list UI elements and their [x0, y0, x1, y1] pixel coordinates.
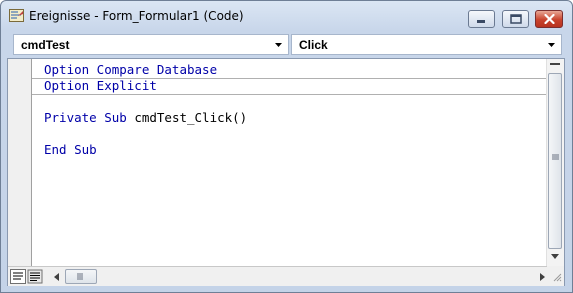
maximize-button[interactable]	[502, 10, 529, 28]
code-keyword: Option Compare Database	[44, 62, 218, 77]
chevron-down-icon[interactable]	[544, 37, 559, 52]
code-area[interactable]: Option Compare Database Option Explicit …	[32, 59, 548, 266]
horizontal-scrollbar[interactable]	[50, 269, 548, 284]
code-identifier: cmdTest_Click()	[126, 110, 248, 125]
splitter-handle-icon[interactable]	[550, 62, 560, 70]
procedure-view-icon	[13, 272, 23, 280]
code-line[interactable]: Private Sub cmdTest_Click()	[44, 110, 247, 125]
size-grip[interactable]	[547, 266, 564, 285]
vertical-scrollbar[interactable]	[546, 59, 564, 266]
scroll-down-icon[interactable]	[550, 252, 560, 260]
object-combo[interactable]: cmdTest	[13, 34, 289, 55]
code-window: Ereignisse - Form_Formular1 (Code) cmdTe…	[0, 0, 573, 293]
object-combo-value: cmdTest	[21, 38, 70, 52]
scroll-left-icon[interactable]	[53, 272, 61, 282]
size-grip-icon	[553, 273, 562, 282]
full-module-view-icon	[27, 269, 43, 284]
procedure-separator	[32, 94, 548, 95]
margin-indicator-bar[interactable]	[8, 59, 32, 266]
code-keyword: Private Sub	[44, 110, 127, 125]
maximize-icon	[509, 14, 522, 24]
combo-bar: cmdTest Click	[7, 32, 565, 56]
code-line[interactable]: Option Compare Database	[44, 62, 217, 77]
procedure-combo-value: Click	[299, 38, 328, 52]
scroll-right-icon[interactable]	[538, 272, 546, 282]
close-icon	[543, 14, 555, 24]
code-line[interactable]: End Sub	[44, 142, 97, 157]
chevron-down-icon[interactable]	[271, 37, 286, 52]
minimize-icon	[477, 20, 485, 23]
procedure-combo[interactable]: Click	[291, 34, 562, 55]
grip-icon	[552, 154, 559, 160]
bottom-bar	[8, 266, 564, 286]
grip-icon	[77, 273, 83, 280]
code-keyword: End Sub	[44, 142, 97, 157]
window-title: Ereignisse - Form_Formular1 (Code)	[29, 9, 244, 23]
horizontal-scroll-thumb[interactable]	[65, 269, 97, 284]
minimize-button[interactable]	[468, 10, 495, 28]
full-module-view-button[interactable]	[27, 269, 43, 284]
procedure-view-button[interactable]	[10, 269, 26, 284]
vertical-scroll-thumb[interactable]	[548, 73, 562, 249]
code-keyword: Option Explicit	[44, 78, 157, 93]
code-line[interactable]: Option Explicit	[44, 78, 157, 93]
vba-module-icon	[9, 9, 24, 22]
title-bar[interactable]: Ereignisse - Form_Formular1 (Code)	[1, 1, 572, 31]
code-editor[interactable]: Option Compare Database Option Explicit …	[7, 58, 565, 286]
close-button[interactable]	[535, 10, 563, 28]
